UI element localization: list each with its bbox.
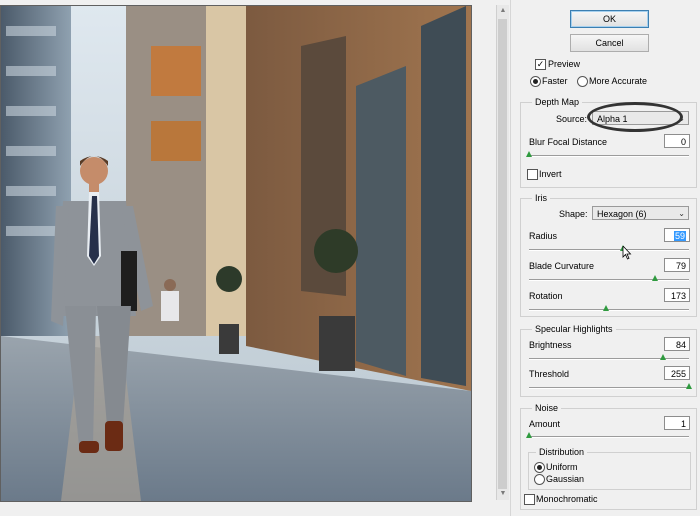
threshold-field[interactable]: 255 [664, 366, 690, 380]
radius-value: 59 [673, 231, 686, 241]
amount-slider[interactable] [529, 436, 689, 438]
faster-label: Faster [542, 76, 568, 86]
uniform-label: Uniform [546, 462, 578, 472]
threshold-label: Threshold [529, 369, 570, 379]
cancel-button[interactable]: Cancel [570, 34, 649, 52]
preview-image[interactable] [0, 5, 472, 502]
gaussian-label: Gaussian [546, 474, 585, 484]
blade-curvature-knob[interactable] [652, 275, 659, 281]
preview-photo [1, 6, 471, 501]
ok-button[interactable]: OK [570, 10, 649, 28]
preview-label: Preview [548, 59, 581, 69]
brightness-field[interactable]: 84 [664, 337, 690, 351]
radius-field[interactable]: 59 [664, 228, 690, 242]
more-accurate-radio[interactable] [577, 76, 588, 87]
radius-slider[interactable] [529, 249, 689, 251]
uniform-radio[interactable] [534, 462, 545, 473]
preview-scrollbar[interactable]: ▲ ▼ [496, 5, 509, 500]
mouse-cursor-icon [622, 246, 632, 260]
invert-checkbox[interactable] [527, 169, 538, 180]
amount-label: Amount [529, 419, 561, 429]
more-accurate-label: More Accurate [589, 76, 648, 86]
highlight-oval [587, 102, 683, 132]
scroll-up-icon[interactable]: ▲ [499, 7, 507, 15]
amount-knob[interactable] [526, 432, 532, 438]
brightness-label: Brightness [529, 340, 572, 350]
brightness-knob[interactable] [660, 354, 667, 360]
preview-pane: ▲ ▼ [0, 0, 510, 516]
blur-focal-slider[interactable] [529, 155, 689, 157]
radius-label: Radius [529, 231, 558, 241]
shape-select[interactable]: Hexagon (6) ⌄ [592, 206, 689, 220]
blade-curvature-label: Blade Curvature [529, 261, 595, 271]
threshold-slider[interactable] [529, 387, 689, 389]
scroll-down-icon[interactable]: ▼ [499, 490, 507, 498]
rotation-label: Rotation [529, 291, 563, 301]
amount-field[interactable]: 1 [664, 416, 690, 430]
blur-focal-field[interactable]: 0 [664, 134, 690, 148]
invert-label: Invert [539, 169, 562, 179]
gaussian-radio[interactable] [534, 474, 545, 485]
monochromatic-checkbox[interactable] [524, 494, 535, 505]
rotation-knob[interactable] [602, 305, 609, 311]
iris-title: Iris [532, 193, 550, 203]
threshold-knob[interactable] [686, 383, 692, 389]
faster-radio[interactable] [530, 76, 541, 87]
shape-value: Hexagon (6) [597, 209, 647, 219]
blur-focal-label: Blur Focal Distance [529, 137, 608, 147]
scroll-thumb[interactable] [498, 19, 507, 489]
preview-checkbox[interactable]: ✓ [535, 59, 546, 70]
specular-title: Specular Highlights [532, 324, 616, 334]
distribution-title: Distribution [536, 447, 588, 457]
shape-label: Shape: [559, 209, 588, 219]
blur-focal-knob[interactable] [526, 151, 532, 157]
blade-curvature-slider[interactable] [529, 279, 689, 281]
monochromatic-label: Monochromatic [536, 494, 598, 504]
rotation-field[interactable]: 173 [664, 288, 690, 302]
source-label: Source: [556, 114, 588, 124]
noise-title: Noise [532, 403, 562, 413]
blade-curvature-field[interactable]: 79 [664, 258, 690, 272]
chevron-down-icon: ⌄ [678, 209, 685, 218]
rotation-slider[interactable] [529, 309, 689, 311]
depth-map-title: Depth Map [532, 97, 583, 107]
